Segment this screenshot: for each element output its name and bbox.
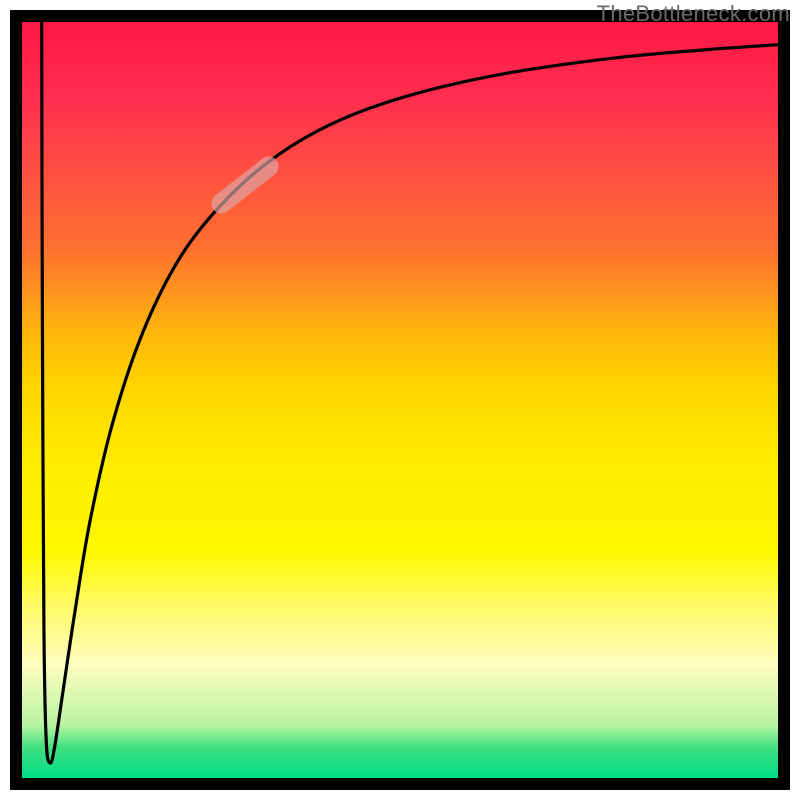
bottleneck-curve bbox=[22, 22, 778, 778]
watermark-text: TheBottleneck.com bbox=[597, 1, 790, 27]
chart-container: TheBottleneck.com bbox=[0, 0, 800, 800]
plot-area bbox=[10, 10, 790, 790]
